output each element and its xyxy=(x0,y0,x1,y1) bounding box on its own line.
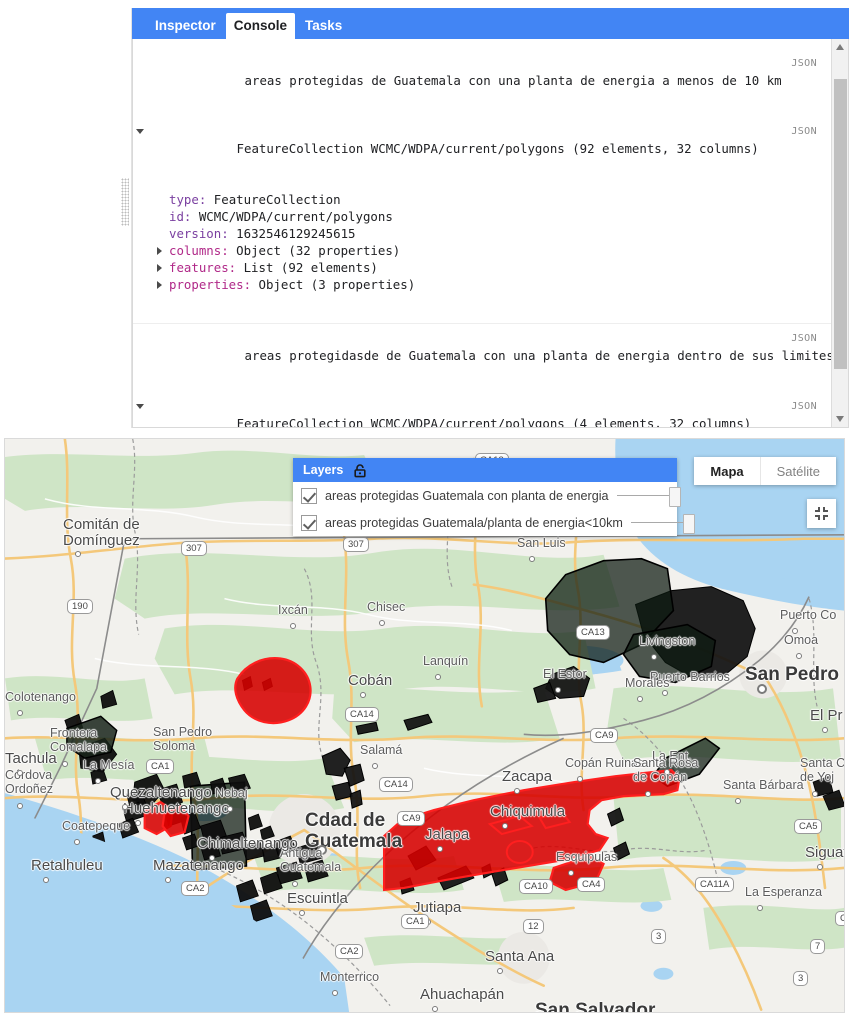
log-message-text: areas protegidas de Guatemala con una pl… xyxy=(244,73,782,88)
log-expandable-row[interactable]: features: List (92 elements) xyxy=(133,259,831,276)
layer-label: areas protegidas Guatemala/planta de ene… xyxy=(325,515,623,530)
exit-fullscreen-button[interactable] xyxy=(807,499,836,528)
console-tabbar: Inspector Console Tasks xyxy=(132,8,849,39)
panel-resize-handle[interactable] xyxy=(118,8,132,428)
exit-fullscreen-icon xyxy=(815,507,828,520)
log-header-text: FeatureCollection WCMC/WDPA/current/poly… xyxy=(236,141,759,156)
layer-label: areas protegidas Guatemala con planta de… xyxy=(325,488,609,503)
layers-panel-header: Layers xyxy=(293,458,677,482)
chevron-down-icon[interactable] xyxy=(136,404,144,409)
map-type-satelite-button[interactable]: Satélite xyxy=(759,457,836,485)
log-json-tag: JSON xyxy=(791,401,817,412)
slider-track xyxy=(616,494,677,496)
log-json-tag: JSON xyxy=(791,333,817,344)
scrollbar-thumb[interactable] xyxy=(834,79,847,369)
log-prop-row: id: WCMC/WDPA/current/polygons xyxy=(133,208,831,225)
log-header-line[interactable]: FeatureCollection WCMC/WDPA/current/poly… xyxy=(133,398,831,428)
layer-checkbox[interactable] xyxy=(301,514,317,531)
scroll-up-icon[interactable] xyxy=(832,39,848,56)
chevron-right-icon[interactable] xyxy=(157,264,162,272)
console-log-entry: areas protegidasde de Guatemala con una … xyxy=(133,324,834,428)
map-panel[interactable]: Comitán de Domínguez Frontera Comalapa La … xyxy=(4,438,845,1013)
layers-control-panel[interactable]: Layers areas protegidas Guatemala con pl… xyxy=(293,458,695,536)
lock-open-icon[interactable] xyxy=(353,463,367,478)
console-body: areas protegidas de Guatemala con una pl… xyxy=(132,39,849,428)
scroll-down-icon[interactable] xyxy=(832,410,848,427)
log-json-tag: JSON xyxy=(791,58,817,69)
log-expandable-row[interactable]: properties: Object (3 properties) xyxy=(133,276,831,293)
prop-value: 1632546129245615 xyxy=(228,226,356,241)
slider-knob[interactable] xyxy=(682,513,695,534)
slider-knob[interactable] xyxy=(668,486,681,507)
layer-row[interactable]: areas protegidas Guatemala/planta de ene… xyxy=(293,509,695,536)
map-type-control[interactable]: Mapa Satélite xyxy=(694,457,836,485)
tab-inspector[interactable]: Inspector xyxy=(147,13,224,39)
log-message-line: areas protegidas de Guatemala con una pl… xyxy=(133,55,831,123)
layer-opacity-slider[interactable] xyxy=(630,513,701,534)
log-message-text: areas protegidasde de Guatemala con una … xyxy=(244,348,834,363)
console-panel: Inspector Console Tasks areas protegidas… xyxy=(118,8,849,428)
layer-opacity-slider[interactable] xyxy=(616,486,687,507)
layer-row[interactable]: areas protegidas Guatemala con planta de… xyxy=(293,482,681,509)
tab-console[interactable]: Console xyxy=(225,13,296,39)
log-header-text: FeatureCollection WCMC/WDPA/current/poly… xyxy=(236,416,752,428)
log-expandable-row[interactable]: columns: Object (32 properties) xyxy=(133,242,831,259)
tab-tasks[interactable]: Tasks xyxy=(297,13,350,39)
chevron-right-icon[interactable] xyxy=(157,247,162,255)
chevron-right-icon[interactable] xyxy=(157,281,162,289)
log-message-line: areas protegidasde de Guatemala con una … xyxy=(133,330,834,398)
prop-key: version: xyxy=(169,226,229,241)
prop-key: id: xyxy=(169,209,192,224)
prop-value: WCMC/WDPA/current/polygons xyxy=(191,209,393,224)
console-scroll-area: areas protegidas de Guatemala con una pl… xyxy=(133,39,834,428)
chevron-down-icon[interactable] xyxy=(136,129,144,134)
console-log-entry: areas protegidas de Guatemala con una pl… xyxy=(133,49,831,324)
prop-value: Object (32 properties) xyxy=(228,243,401,258)
prop-value: Object (3 properties) xyxy=(251,277,416,292)
prop-value: FeatureCollection xyxy=(206,192,341,207)
slider-track xyxy=(630,521,691,523)
log-header-line[interactable]: FeatureCollection WCMC/WDPA/current/poly… xyxy=(133,123,831,191)
app-root: Inspector Console Tasks areas protegidas… xyxy=(0,0,849,1013)
log-prop-row: version: 1632546129245615 xyxy=(133,225,831,242)
log-json-tag: JSON xyxy=(791,126,817,137)
log-prop-row: type: FeatureCollection xyxy=(133,191,831,208)
console-vertical-scrollbar[interactable] xyxy=(831,39,848,427)
prop-value: List (92 elements) xyxy=(236,260,378,275)
layer-checkbox[interactable] xyxy=(301,487,317,504)
prop-key: properties: xyxy=(169,277,252,292)
grip-dots-icon xyxy=(121,178,129,226)
prop-key: type: xyxy=(169,192,207,207)
map-type-mapa-button[interactable]: Mapa xyxy=(694,457,759,485)
layers-panel-title: Layers xyxy=(303,463,344,477)
prop-key: columns: xyxy=(169,243,229,258)
prop-key: features: xyxy=(169,260,237,275)
